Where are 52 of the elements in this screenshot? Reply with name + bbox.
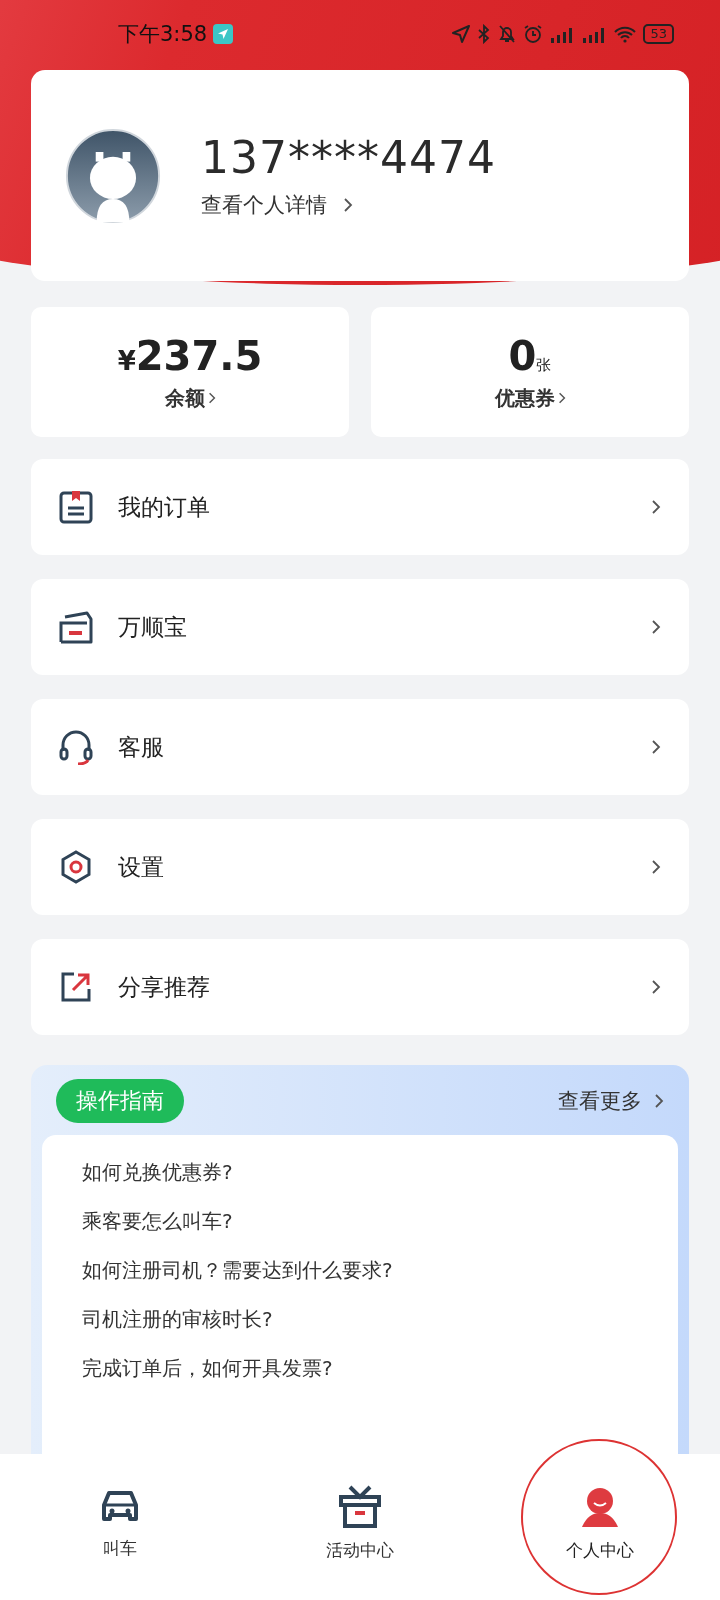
headset-icon — [58, 729, 94, 765]
chevron-icon — [651, 979, 661, 995]
phone-number: 137****4474 — [201, 132, 496, 183]
question-link[interactable]: 如何注册司机？需要达到什么要求? — [82, 1257, 638, 1284]
muted-bell-icon — [497, 24, 518, 44]
menu-item[interactable]: 分享推荐 — [31, 939, 689, 1035]
currency-symbol: ¥ — [117, 345, 136, 376]
tab-item[interactable]: 活动中心 — [326, 1484, 394, 1570]
stat-label: 余额 — [164, 384, 205, 412]
wifi-icon — [613, 24, 638, 44]
avatar-icon — [65, 127, 161, 224]
card-icon — [58, 609, 94, 645]
menu-item[interactable]: 万顺宝 — [31, 579, 689, 675]
menu-item[interactable]: 我的订单 — [31, 459, 689, 555]
question-link[interactable]: 司机注册的审核时长? — [82, 1306, 638, 1333]
navigation-icon — [213, 24, 234, 44]
bluetooth-icon — [477, 24, 492, 44]
chevron-icon — [343, 197, 353, 213]
menu-label: 我的订单 — [118, 492, 211, 522]
tab-item[interactable]: 个人中心 — [566, 1484, 634, 1570]
stat-value: 237.5 — [135, 332, 263, 379]
chevron-icon — [654, 1093, 664, 1109]
menu-label: 万顺宝 — [118, 612, 188, 642]
chevron-icon — [557, 391, 566, 405]
chevron-icon — [651, 739, 661, 755]
menu-label: 设置 — [118, 852, 165, 882]
stat-unit: 张 — [536, 355, 552, 375]
question-link[interactable]: 乘客要怎么叫车? — [82, 1208, 638, 1235]
chevron-icon — [651, 499, 661, 515]
menu-item[interactable]: 客服 — [31, 699, 689, 795]
tab-item[interactable]: 叫车 — [98, 1486, 142, 1568]
profile-details-link[interactable]: 查看个人详情 — [201, 191, 327, 219]
menu-label: 分享推荐 — [118, 972, 211, 1002]
stat-card[interactable]: ¥237.5 余额 — [31, 307, 349, 437]
menu-item[interactable]: 设置 — [31, 819, 689, 915]
location-icon — [451, 24, 472, 44]
guide-badge: 操作指南 — [56, 1079, 184, 1123]
alarm-icon — [523, 24, 544, 44]
question-link[interactable]: 如何兑换优惠券? — [82, 1159, 638, 1186]
stat-card[interactable]: 0张 优惠券 — [371, 307, 689, 437]
question-link[interactable]: 完成订单后，如何开具发票? — [82, 1355, 638, 1382]
chevron-icon — [651, 859, 661, 875]
stat-value: 0 — [508, 332, 537, 379]
clipboard-icon — [58, 489, 94, 525]
stat-label: 优惠券 — [494, 384, 555, 412]
chevron-icon — [207, 391, 216, 405]
battery-indicator: 53 — [643, 24, 674, 44]
chevron-icon — [651, 619, 661, 635]
see-more-link[interactable]: 查看更多 — [558, 1087, 642, 1115]
status-time: 下午3:58 — [118, 21, 208, 48]
gift-box-icon — [338, 1484, 382, 1529]
menu-label: 客服 — [118, 732, 165, 762]
